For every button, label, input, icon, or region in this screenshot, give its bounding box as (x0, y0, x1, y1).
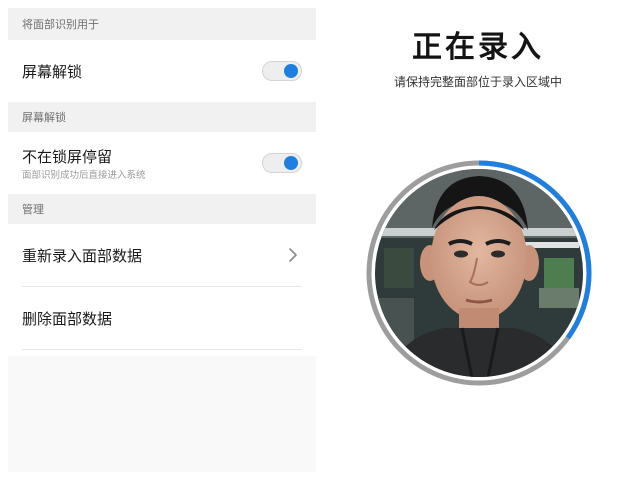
stay-off-lock-sub: 面部识别成功后直接进入系统 (22, 170, 146, 181)
reenroll-face-label: 重新录入面部数据 (22, 247, 143, 265)
screen-unlock-toggle[interactable] (262, 61, 302, 81)
face-capture-circle (366, 160, 592, 386)
screen-unlock-label: 屏幕解锁 (22, 63, 83, 81)
row-stay-off-lock[interactable]: 不在锁屏停留 面部识别成功后直接进入系统 (8, 132, 316, 194)
empty-area (8, 356, 316, 472)
section-header-manage-label: 管理 (22, 203, 44, 216)
row-screen-unlock[interactable]: 屏幕解锁 (8, 40, 316, 102)
face-enroll-panel: 正在录入 请保持完整面部位于录入区域中 (324, 8, 632, 472)
delete-face-label: 删除面部数据 (22, 310, 113, 328)
divider (22, 349, 302, 350)
section-header-screen-unlock: 屏幕解锁 (8, 102, 316, 132)
face-settings-panel: 将面部识别用于 屏幕解锁 屏幕解锁 不在锁屏停留 面部识别成功后直接进入系统 管… (8, 8, 316, 472)
stay-off-lock-label: 不在锁屏停留 (22, 148, 113, 166)
stay-off-lock-toggle[interactable] (262, 153, 302, 173)
row-reenroll-face[interactable]: 重新录入面部数据 (8, 224, 316, 286)
camera-preview (364, 158, 594, 388)
section-header-screen-unlock-label: 屏幕解锁 (22, 111, 66, 124)
section-header-use-for: 将面部识别用于 (8, 8, 316, 40)
enroll-title: 正在录入 (412, 30, 544, 65)
section-header-manage: 管理 (8, 194, 316, 224)
toggle-knob (284, 64, 298, 78)
section-header-use-for-label: 将面部识别用于 (22, 18, 99, 31)
chevron-right-icon (289, 248, 297, 262)
enroll-hint: 请保持完整面部位于录入区域中 (393, 75, 562, 89)
toggle-knob (284, 156, 298, 170)
camera-feed (375, 169, 583, 377)
row-delete-face[interactable]: 删除面部数据 (8, 287, 316, 349)
